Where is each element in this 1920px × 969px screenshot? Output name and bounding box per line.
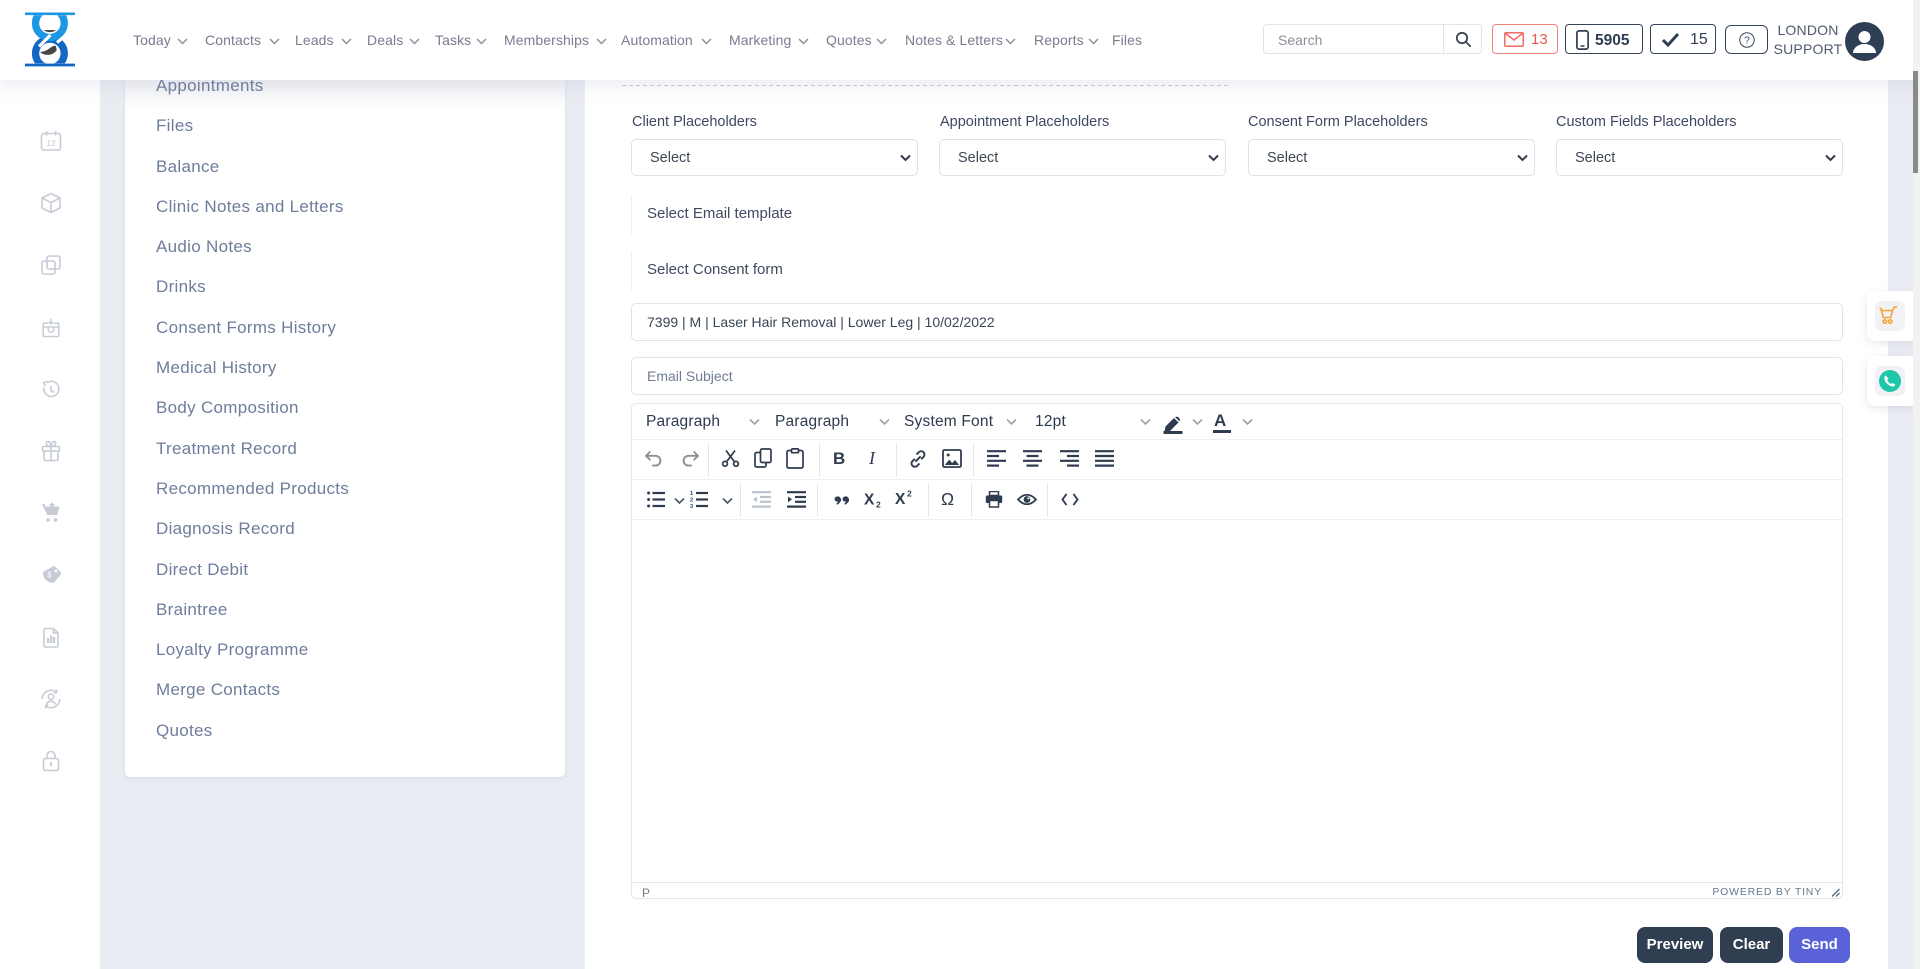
svg-text:?: ? [1744,36,1750,47]
svg-text:2: 2 [876,500,881,509]
svg-text:2: 2 [907,489,912,499]
svg-text:2: 2 [690,498,693,504]
svg-text:X: X [864,492,875,508]
svg-text:12: 12 [46,138,56,148]
svg-text:3: 3 [690,504,693,508]
svg-text:1: 1 [690,491,693,497]
svg-text:X: X [895,491,906,507]
svg-text:$: $ [47,571,52,580]
